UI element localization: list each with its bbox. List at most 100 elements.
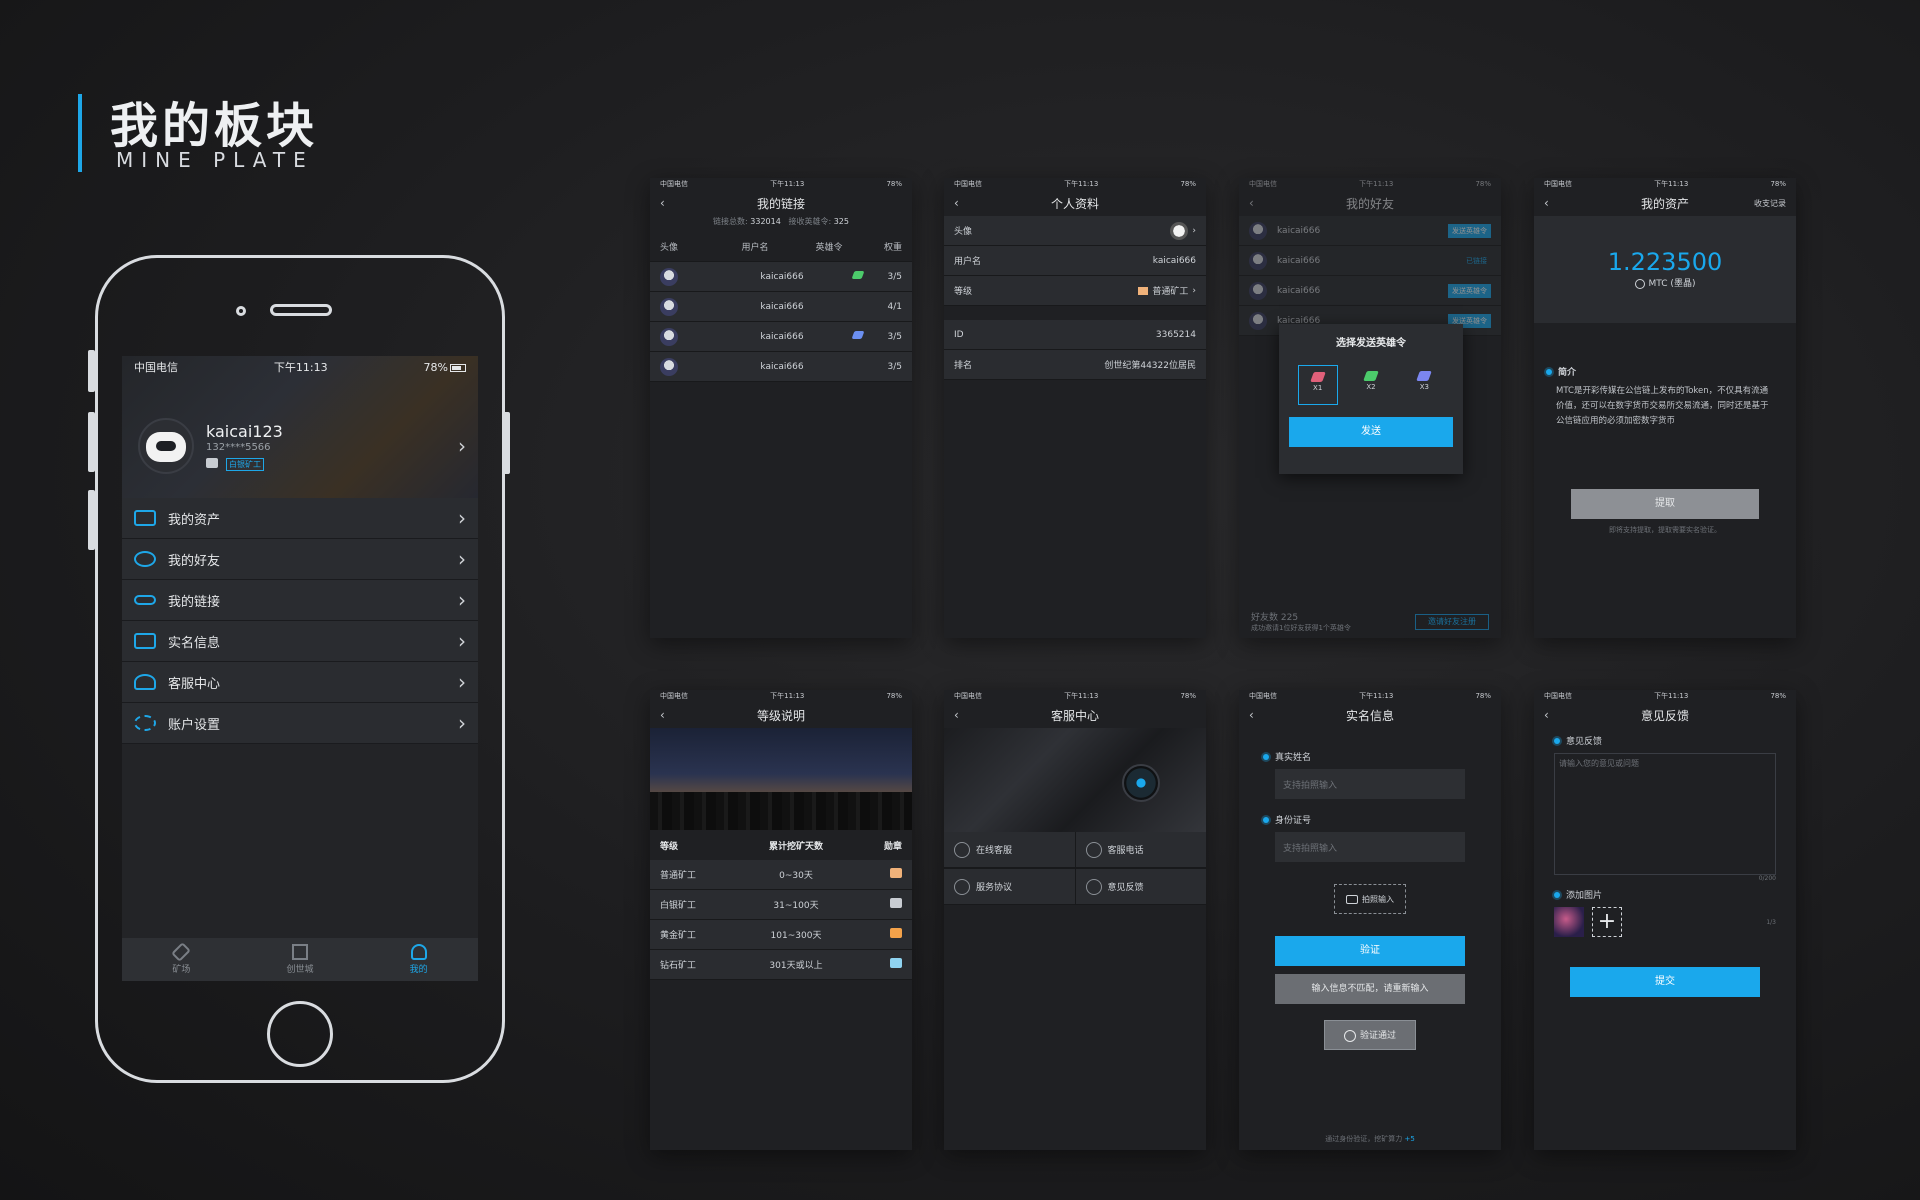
battery-icon [450, 363, 466, 372]
chevron-right-icon[interactable]: › [458, 434, 466, 458]
feedback-textarea[interactable]: 请输入您的意见或问题 [1554, 753, 1776, 875]
service-feedback[interactable]: 意见反馈 [1075, 869, 1206, 905]
profile-row-rank: 排名 创世纪第44322位居民 [944, 350, 1206, 380]
back-icon[interactable]: ‹ [660, 708, 665, 722]
nav-bar: ‹ 实名信息 [1239, 702, 1501, 728]
balance-unit: MTC (墨晶) [1534, 276, 1796, 289]
friend-name: kaicai666 [1277, 225, 1321, 236]
row-value: kaicai666 [1152, 255, 1196, 266]
avatar [660, 357, 678, 376]
status-bar: 中国电信 下午11:13 78% [650, 178, 912, 190]
screen-title: 意见反馈 [1640, 708, 1689, 723]
profile-row-level[interactable]: 等级 普通矿工 › [944, 276, 1206, 306]
service-label: 在线客服 [976, 846, 1013, 856]
screen-realname: 中国电信 下午11:13 78% ‹ 实名信息 真实姓名 支持拍照输入 身份证号 支持… [1239, 690, 1501, 1150]
menu-item-assets[interactable]: 我的资产 › [122, 498, 478, 539]
row-key: 用户名 [954, 257, 982, 267]
table-row[interactable]: kaicai666 4/1 [650, 292, 912, 322]
send-token-button[interactable]: 发送英雄令 [1448, 223, 1491, 238]
add-image-button[interactable]: + [1592, 907, 1622, 937]
column-header: 等级 [660, 841, 679, 852]
back-icon[interactable]: ‹ [954, 708, 959, 722]
screen-title: 我的好友 [1345, 196, 1394, 211]
blue-gem-icon [1416, 371, 1433, 381]
tab-mine-field[interactable]: 矿场 [122, 938, 241, 981]
profile-row-avatar[interactable]: 头像 › [944, 216, 1206, 246]
days-cell: 301天或以上 [769, 961, 823, 971]
name-input[interactable]: 支持拍照输入 [1275, 769, 1465, 799]
hero-token-cell [848, 331, 868, 342]
clock: 下午11:13 [1654, 180, 1689, 188]
days-cell: 101~300天 [770, 931, 822, 941]
list-item[interactable]: kaicai666 发送英雄令 [1239, 216, 1501, 246]
service-online[interactable]: 在线客服 [944, 832, 1075, 868]
menu-item-settings[interactable]: 账户设置 › [122, 703, 478, 744]
tab-label: 矿场 [172, 965, 191, 975]
status-bar: 中国电信 下午11:13 78% [944, 690, 1206, 702]
option-x2[interactable]: X2 [1351, 365, 1391, 405]
footer-bonus: +5 [1404, 1135, 1415, 1143]
clock: 下午11:13 [770, 692, 805, 700]
table-row[interactable]: kaicai666 3/5 [650, 262, 912, 292]
submit-button[interactable]: 提交 [1570, 967, 1760, 997]
user-icon [410, 944, 427, 960]
service-label: 意见反馈 [1107, 883, 1144, 893]
tab-mine[interactable]: 我的 [359, 938, 478, 981]
home-button[interactable] [267, 1001, 333, 1067]
menu-label: 实名信息 [168, 635, 221, 651]
id-card-icon [134, 633, 156, 649]
back-icon[interactable]: ‹ [1249, 196, 1254, 210]
service-agreement[interactable]: 服务协议 [944, 869, 1075, 905]
service-phone[interactable]: 客服电话 [1075, 832, 1206, 868]
send-token-button[interactable]: 发送英雄令 [1448, 283, 1491, 298]
screen-profile: 中国电信 下午11:13 78% ‹ 个人资料 头像 › 用户名 kaicai666 等级… [944, 178, 1206, 638]
medal-cell [862, 868, 902, 881]
carrier: 中国电信 [1249, 692, 1277, 700]
option-x3[interactable]: X3 [1404, 365, 1444, 405]
nav-bar: ‹ 客服中心 [944, 702, 1206, 728]
battery-text: 78% [1770, 180, 1786, 188]
id-input[interactable]: 支持拍照输入 [1275, 832, 1465, 862]
uploaded-image-thumbnail[interactable] [1554, 907, 1584, 937]
list-item[interactable]: kaicai666 已链接 [1239, 246, 1501, 276]
carrier: 中国电信 [954, 180, 982, 188]
menu-item-realname[interactable]: 实名信息 › [122, 621, 478, 662]
option-label: X3 [1419, 383, 1429, 391]
weight-cell: 3/5 [887, 361, 902, 372]
check-icon [1343, 1029, 1356, 1042]
chevron-right-icon: › [458, 547, 466, 571]
avatar [1249, 311, 1267, 330]
table-row[interactable]: kaicai666 3/5 [650, 352, 912, 382]
menu-item-service[interactable]: 客服中心 › [122, 662, 478, 703]
menu-item-links[interactable]: 我的链接 › [122, 580, 478, 621]
column-header: 用户名 [741, 243, 769, 253]
records-link[interactable]: 收支记录 [1754, 198, 1786, 209]
verify-button[interactable]: 验证 [1275, 936, 1465, 966]
table-row[interactable]: kaicai666 3/5 [650, 322, 912, 352]
back-icon[interactable]: ‹ [1544, 708, 1549, 722]
back-icon[interactable]: ‹ [660, 196, 665, 210]
screen-levels: 中国电信 下午11:13 78% ‹ 等级说明 等级 累计挖矿天数 勋章 普通矿工 0~30… [650, 690, 912, 1150]
gem-icon [851, 331, 865, 339]
option-x1[interactable]: X1 [1297, 365, 1338, 405]
profile-header[interactable]: 中国电信 下午11:13 78% kaicai123 132****5566 白… [122, 356, 478, 498]
menu-item-friends[interactable]: 我的好友 › [122, 539, 478, 580]
photo-input-button[interactable]: 拍照输入 [1334, 884, 1406, 914]
name-label: 真实姓名 [1263, 750, 1501, 763]
invite-button[interactable]: 邀请好友注册 [1415, 614, 1489, 630]
tab-genesis-city[interactable]: 创世城 [241, 938, 360, 981]
send-button[interactable]: 发送 [1289, 417, 1453, 447]
back-icon[interactable]: ‹ [954, 196, 959, 210]
medal-icon [890, 928, 902, 938]
back-icon[interactable]: ‹ [1249, 708, 1254, 722]
withdraw-button[interactable]: 提取 [1571, 489, 1759, 519]
avatar [660, 267, 678, 286]
medal-icon [890, 868, 902, 878]
city-icon [292, 944, 308, 960]
avatar [1249, 281, 1267, 300]
id-label: 身份证号 [1263, 813, 1501, 826]
row-value: 创世纪第44322位居民 [1104, 361, 1196, 371]
back-icon[interactable]: ‹ [1544, 196, 1549, 210]
table-row: 钻石矿工 301天或以上 [650, 950, 912, 980]
list-item[interactable]: kaicai666 发送英雄令 [1239, 276, 1501, 306]
